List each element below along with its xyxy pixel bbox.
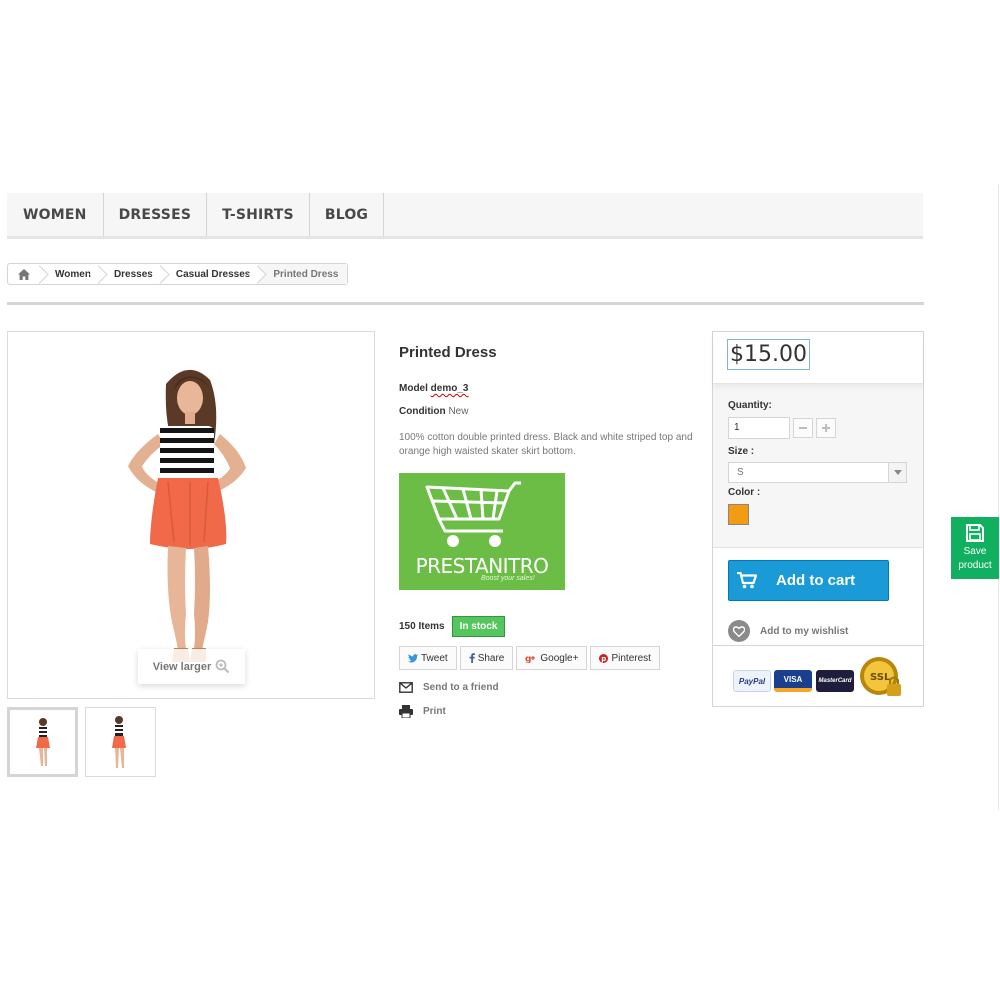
menu-item-women[interactable]: WOMEN <box>7 193 104 236</box>
size-select[interactable]: S <box>728 462 907 483</box>
size-label: Size : <box>728 446 755 457</box>
svg-text:p: p <box>602 655 607 663</box>
condition-label: Condition <box>399 406 446 417</box>
tweet-button[interactable]: Tweet <box>399 646 457 670</box>
thumbnail-2[interactable] <box>85 707 156 777</box>
top-menu: WOMEN DRESSES T-SHIRTS BLOG <box>7 193 923 239</box>
product-description: 100% cotton double printed dress. Black … <box>399 432 693 457</box>
quantity-increase-button[interactable] <box>816 418 836 438</box>
share-label: Share <box>477 652 505 664</box>
breadcrumb-dresses[interactable]: Dresses <box>98 264 161 284</box>
pinterest-icon: p <box>599 653 609 663</box>
save-product-line1: Save <box>963 546 987 557</box>
brand-logo[interactable]: PRESTANITRO Boost your sales! <box>399 473 565 590</box>
pinterest-button[interactable]: p Pinterest <box>590 646 660 670</box>
model-label: Model <box>399 383 428 394</box>
googleplus-icon: g <box>525 655 536 664</box>
send-to-friend-label: Send to a friend <box>423 682 499 693</box>
quantity-decrease-button[interactable] <box>793 418 813 438</box>
items-count: 150 Items <box>399 621 445 632</box>
floppy-disk-icon <box>966 524 984 542</box>
social-share-buttons: Tweet Share g Google+ p Pinterest <box>399 646 660 670</box>
home-icon <box>18 268 30 280</box>
add-to-wishlist-link[interactable]: Add to my wishlist <box>728 620 848 642</box>
facebook-share-button[interactable]: Share <box>459 646 514 670</box>
thumbnail-figure <box>36 718 50 766</box>
facebook-icon <box>469 653 475 663</box>
envelope-icon <box>399 682 413 693</box>
chevron-down-icon <box>888 463 906 482</box>
model-figure <box>128 369 246 662</box>
mastercard-logo: MasterCard <box>816 670 854 692</box>
buy-box: $15.00 Quantity: 1 Size : S Color : Add … <box>712 331 924 707</box>
googleplus-label: Google+ <box>540 652 579 664</box>
model-value: demo_3 <box>430 383 469 394</box>
visa-logo: VISA <box>774 670 812 692</box>
quantity-input[interactable]: 1 <box>728 417 790 439</box>
product-price: $15.00 <box>727 339 810 370</box>
minus-icon <box>799 427 807 429</box>
thumbnail-1[interactable] <box>7 707 78 777</box>
thumbnail-figure <box>112 716 126 768</box>
add-to-cart-button[interactable]: Add to cart <box>728 560 889 601</box>
page-edge-line <box>998 185 999 810</box>
ssl-seal-icon: SSL <box>859 656 903 700</box>
print-icon <box>399 705 413 718</box>
size-selected-value: S <box>737 467 744 478</box>
brand-tagline: Boost your sales! <box>481 575 535 582</box>
condition-value: New <box>448 406 469 417</box>
stock-badge: In stock <box>451 616 506 637</box>
save-product-button[interactable]: Save product <box>951 517 999 579</box>
zoom-icon <box>215 659 230 674</box>
quantity-label: Quantity: <box>728 400 772 411</box>
view-larger-button[interactable]: View larger <box>138 649 245 684</box>
pinterest-label: Pinterest <box>611 652 651 664</box>
breadcrumb: Women Dresses Casual Dresses Printed Dre… <box>7 263 349 285</box>
tweet-label: Tweet <box>421 652 448 664</box>
product-model: Model demo_3 <box>399 383 468 394</box>
googleplus-button[interactable]: g Google+ <box>516 646 588 670</box>
paypal-logo: PayPal <box>733 670 771 692</box>
view-larger-label: View larger <box>152 660 212 673</box>
product-main-image[interactable]: View larger <box>7 331 375 699</box>
add-to-cart-label: Add to cart <box>776 572 856 589</box>
print-label: Print <box>423 706 446 717</box>
heart-icon <box>728 620 750 642</box>
menu-item-dresses[interactable]: DRESSES <box>104 193 208 236</box>
breadcrumb-home[interactable] <box>8 264 40 284</box>
color-label: Color : <box>728 487 761 498</box>
shopping-cart-logo-icon <box>425 481 521 547</box>
product-condition: Condition New <box>399 406 468 417</box>
payment-logos: PayPal VISA MasterCard SSL <box>713 645 923 706</box>
breadcrumb-current: Printed Dress <box>258 264 348 284</box>
add-to-wishlist-label: Add to my wishlist <box>760 625 849 637</box>
menu-item-blog[interactable]: BLOG <box>310 193 385 236</box>
twitter-icon <box>408 653 418 663</box>
cart-icon <box>729 561 765 600</box>
color-swatch-orange[interactable] <box>728 504 749 525</box>
save-product-line2: product <box>958 560 992 571</box>
menu-item-tshirts[interactable]: T-SHIRTS <box>207 193 310 236</box>
section-divider <box>7 302 924 305</box>
breadcrumb-casual-dresses[interactable]: Casual Dresses <box>160 264 259 284</box>
ssl-seal-text: SSL <box>870 672 891 683</box>
svg-text:g: g <box>525 655 531 664</box>
send-to-friend-link[interactable]: Send to a friend <box>399 682 499 693</box>
print-link[interactable]: Print <box>399 705 446 718</box>
price-area: $15.00 <box>713 332 923 384</box>
product-title: Printed Dress <box>399 344 497 361</box>
plus-icon <box>822 424 830 432</box>
cart-area: Add to cart Add to my wishlist <box>713 547 923 645</box>
stock-info: 150 Items In stock <box>399 616 506 637</box>
